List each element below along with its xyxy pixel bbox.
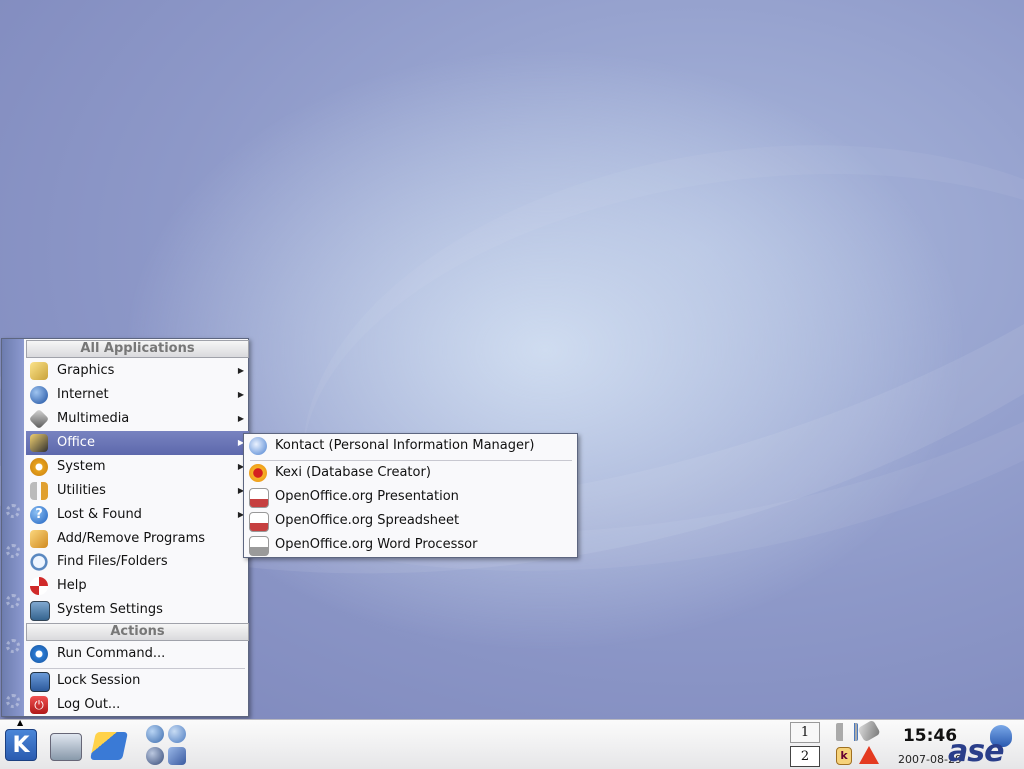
sidebar-gear-decoration-icon	[6, 639, 20, 653]
globe-icon	[30, 386, 48, 404]
sidebar-gear-decoration-icon	[6, 594, 20, 608]
office-submenu: Kontact (Personal Information Manager) K…	[243, 433, 578, 558]
kmail-icon[interactable]	[168, 725, 186, 743]
run-gear-icon	[30, 645, 48, 663]
find-magnifier-icon	[30, 553, 48, 571]
utilities-icon	[30, 482, 48, 500]
panel-hide-arrow-icon[interactable]: ▲	[17, 718, 23, 727]
volume-speaker-icon[interactable]	[836, 723, 858, 741]
wallpaper-swoosh	[267, 89, 1024, 741]
konqueror-icon[interactable]	[146, 725, 164, 743]
presentation-icon	[249, 488, 269, 508]
submenu-arrow-icon: ▶	[237, 390, 244, 399]
warning-triangle-icon[interactable]	[859, 746, 879, 764]
menu-item-label: Run Command...	[57, 646, 166, 661]
package-icon	[30, 530, 48, 548]
header-all-applications: All Applications	[26, 340, 249, 358]
submenu-item-label: OpenOffice.org Word Processor	[275, 537, 478, 552]
menu-item-lock-session[interactable]: Lock Session	[26, 669, 249, 693]
menu-item-label: Lost & Found	[57, 507, 142, 522]
menu-item-system[interactable]: System ▶	[26, 455, 249, 479]
k-menu-button[interactable]: K	[5, 729, 37, 761]
submenu-item-kontact[interactable]: Kontact (Personal Information Manager)	[246, 434, 576, 458]
sidebar-gear-decoration-icon	[6, 544, 20, 558]
desktop-pager-2[interactable]: 2	[790, 746, 820, 767]
k-menu-sidebar	[2, 339, 24, 716]
menu-item-label: Add/Remove Programs	[57, 531, 206, 546]
multimedia-icon	[28, 408, 50, 430]
network-plug-icon[interactable]	[857, 719, 881, 743]
menu-item-label: Graphics	[57, 363, 115, 378]
menu-item-label: Utilities	[57, 483, 106, 498]
menu-item-label: Lock Session	[57, 673, 141, 688]
lock-icon	[30, 672, 50, 692]
spreadsheet-icon	[249, 512, 269, 532]
menu-item-find-files-folders[interactable]: Find Files/Folders	[26, 550, 249, 574]
desktop-pager-1[interactable]: 1	[790, 722, 820, 743]
sidebar-gear-decoration-icon	[6, 504, 20, 518]
submenu-item-label: OpenOffice.org Spreadsheet	[275, 513, 460, 528]
menu-item-label: Multimedia	[57, 411, 130, 426]
kopete-icon[interactable]	[146, 747, 164, 765]
menu-item-utilities[interactable]: Utilities ▶	[26, 479, 249, 503]
home-folder-icon[interactable]	[90, 732, 128, 760]
menu-item-label: Log Out...	[57, 697, 121, 712]
word-processor-icon	[249, 536, 269, 556]
menu-item-add-remove-programs[interactable]: Add/Remove Programs	[26, 527, 249, 551]
submenu-arrow-icon: ▶	[237, 366, 244, 375]
menu-item-label: Office	[57, 435, 95, 450]
menu-item-label: Help	[57, 578, 87, 593]
help-question-icon: ?	[30, 506, 48, 524]
submenu-item-word-processor[interactable]: OpenOffice.org Word Processor	[246, 533, 576, 557]
submenu-arrow-icon: ▶	[237, 414, 244, 423]
header-actions: Actions	[26, 623, 249, 641]
logout-power-icon: ⏻	[30, 696, 48, 714]
submenu-item-label: Kontact (Personal Information Manager)	[275, 438, 535, 453]
ase-logo: ase	[948, 734, 1004, 769]
menu-item-lost-and-found[interactable]: ? Lost & Found ▶	[26, 503, 249, 527]
system-gear-icon	[30, 458, 48, 476]
submenu-item-label: Kexi (Database Creator)	[275, 465, 431, 480]
sidebar-gear-decoration-icon	[6, 694, 20, 708]
submenu-item-kexi[interactable]: Kexi (Database Creator)	[246, 461, 576, 485]
klipper-icon[interactable]: k	[836, 747, 852, 765]
menu-item-internet[interactable]: Internet ▶	[26, 383, 249, 407]
menu-item-label: System Settings	[57, 602, 163, 617]
k-menu: All Applications Graphics ▶ Internet ▶ M…	[1, 338, 249, 717]
office-icon	[30, 434, 48, 452]
kexi-icon	[249, 464, 267, 482]
submenu-item-label: OpenOffice.org Presentation	[275, 489, 459, 504]
menu-item-label: Find Files/Folders	[57, 554, 168, 569]
submenu-item-spreadsheet[interactable]: OpenOffice.org Spreadsheet	[246, 509, 576, 533]
menu-item-label: System	[57, 459, 106, 474]
menu-item-label: Internet	[57, 387, 109, 402]
kontact-icon	[249, 437, 267, 455]
submenu-item-presentation[interactable]: OpenOffice.org Presentation	[246, 485, 576, 509]
menu-item-graphics[interactable]: Graphics ▶	[26, 359, 249, 383]
settings-monitor-icon	[30, 601, 50, 621]
menu-item-office[interactable]: Office ▶	[26, 431, 249, 455]
show-desktop-icon[interactable]	[50, 733, 82, 761]
menu-item-multimedia[interactable]: Multimedia ▶	[26, 407, 249, 431]
menu-item-help[interactable]: Help	[26, 574, 249, 598]
help-lifebuoy-icon	[30, 577, 48, 595]
graphics-icon	[30, 362, 48, 380]
menu-item-system-settings[interactable]: System Settings	[26, 598, 249, 622]
taskbar: ▲ K 1 2 k 15:46 2007-08-29 ase	[0, 718, 1024, 769]
menu-item-run-command[interactable]: Run Command...	[26, 642, 249, 666]
network-icon[interactable]	[168, 747, 186, 765]
menu-item-log-out[interactable]: ⏻ Log Out...	[26, 693, 249, 717]
